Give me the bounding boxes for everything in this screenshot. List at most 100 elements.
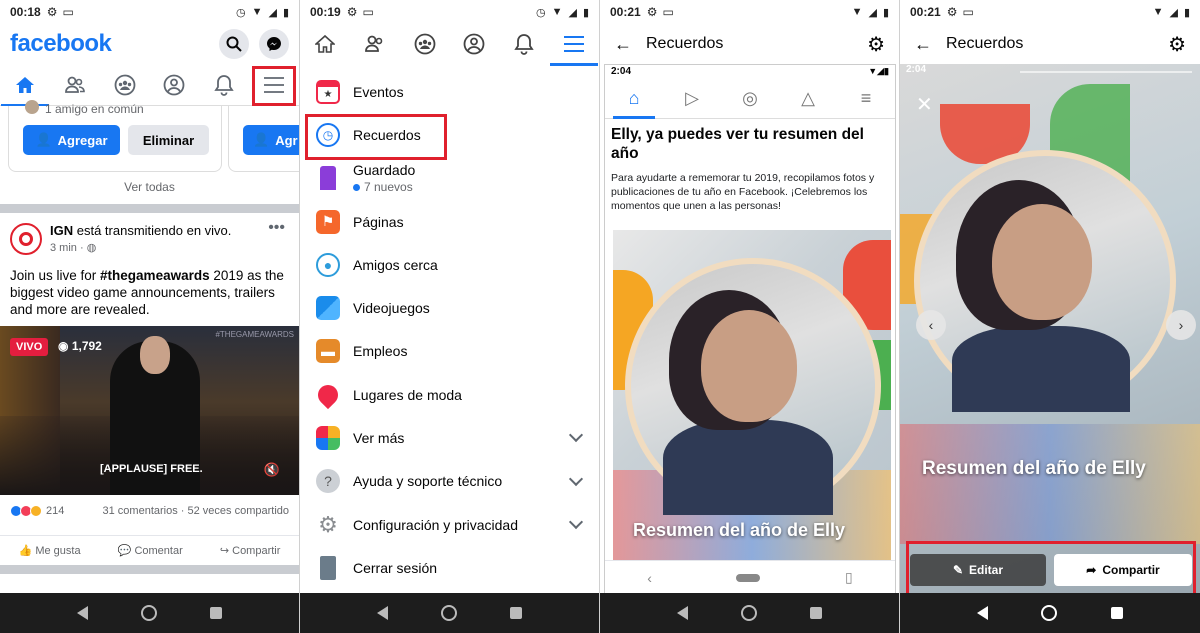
search-icon[interactable] [219,29,249,59]
bell-icon[interactable] [504,24,544,64]
video-caption: [APPLAUSE] FREE. [100,463,203,475]
recents-nav-icon[interactable] [810,607,823,619]
bell-icon[interactable]: △ [791,88,825,109]
door-icon [320,555,336,580]
profile-icon[interactable] [154,65,194,105]
reaction-summary[interactable]: 214 31 comentarios · 52 veces compartido [10,505,289,517]
like-button[interactable]: 👍 Me gusta [19,544,81,557]
recents-nav-icon[interactable] [210,607,223,619]
menu-item-configuracion[interactable]: ⚙ Configuración y privacidad [300,503,599,546]
home-icon[interactable] [0,65,49,107]
close-icon[interactable]: ✕ [916,92,933,117]
recap-description: Para ayudarte a rememorar tu 2019, recop… [611,172,875,212]
menu-icon[interactable]: ≡ [849,88,883,109]
home-nav-icon[interactable] [140,605,157,621]
menu-item-label: Empleos [353,343,408,360]
add-friend-button[interactable]: 👤 Agr [243,125,299,155]
profile-icon[interactable] [454,24,494,64]
section-divider [0,204,299,213]
add-user-icon: 👤 [253,132,270,147]
menu-item-ayuda[interactable]: ? Ayuda y soporte técnico [300,460,599,503]
home-nav-icon[interactable] [1041,605,1058,621]
recap-story-view[interactable]: 2:04 ✕ ‹ › Resumen del año de Elly ✎ Edit… [900,64,1200,595]
friends-icon[interactable] [55,65,95,105]
see-all-link[interactable]: Ver todas [0,180,299,194]
menu-item-amigos-cerca[interactable]: ● Amigos cerca [300,243,599,286]
mute-icon[interactable]: 🔇 [264,462,280,478]
post-hashtag[interactable]: #thegameawards [100,268,210,283]
comment-button[interactable]: 💬 Comentar [118,544,183,557]
menu-icon[interactable] [550,24,599,66]
menu-item-cerrar-sesion[interactable]: Cerrar sesión [300,546,599,589]
recents-nav-icon[interactable] [510,607,523,619]
post-author[interactable]: IGN [50,223,73,238]
back-nav-icon[interactable] [976,606,988,620]
panel-menu: 00:19 ⚙ ▭ ◷ ▼ ◢ ▮ ★ Eventos ◷ Recuerdos Guar… [300,0,600,633]
apps-icon [316,426,340,451]
groups-icon[interactable] [405,24,445,64]
groups-icon[interactable]: ◎ [733,88,767,109]
rotate-icon[interactable]: ▯ [845,569,853,586]
recap-title: Resumen del año de Elly [633,520,846,540]
menu-item-paginas[interactable]: ⚑ Páginas [300,200,599,243]
back-nav-icon[interactable]: ‹ [647,570,652,586]
page-title: Recuerdos [646,35,724,52]
chevron-down-icon[interactable] [568,428,584,443]
wifi-status-icon: ▼ [551,6,563,18]
menu-item-label: Ayuda y soporte técnico [353,473,503,490]
previous-arrow-icon[interactable]: ‹ [916,310,946,340]
share-label: Compartir [232,545,281,557]
back-nav-icon[interactable] [676,606,688,620]
share-button[interactable]: ↪ Compartir [220,544,281,557]
add-friend-button[interactable]: 👤 Agregar [23,125,120,155]
app-header: ← Recuerdos ⚙ [900,24,1200,64]
home-icon[interactable]: ⌂ [613,88,655,119]
groups-icon[interactable] [105,65,145,105]
menu-item-label: Videojuegos [353,300,430,317]
gear-icon[interactable]: ⚙ [1168,32,1186,57]
watch-icon[interactable]: ▷ [675,88,709,109]
status-bar: 00:21 ⚙ ▭ ▼ ◢ ▮ [900,0,1200,24]
chevron-down-icon[interactable] [568,471,584,486]
signal-status-icon: ◢ [268,6,277,19]
menu-item-videojuegos[interactable]: Videojuegos [300,286,599,329]
gear-icon[interactable]: ⚙ [867,32,885,57]
next-arrow-icon[interactable]: › [1166,310,1196,340]
nearby-icon: ● [316,252,340,277]
menu-item-label: Guardado [353,162,416,179]
more-options-icon[interactable]: ••• [268,219,285,237]
home-nav-icon[interactable] [440,605,457,621]
comment-share-count[interactable]: 31 comentarios · 52 veces compartido [103,505,289,517]
gear-icon: ⚙ [318,511,338,537]
back-nav-icon[interactable] [376,606,388,620]
menu-item-ver-mas[interactable]: Ver más [300,416,599,459]
menu-item-guardado[interactable]: Guardado 7 nuevos [300,157,599,200]
menu-item-empleos[interactable]: ▬ Empleos [300,330,599,373]
back-nav-icon[interactable] [76,606,88,620]
reaction-count: 214 [46,505,65,517]
chevron-down-icon[interactable] [568,514,584,530]
inner-nav-bar: ‹ ▯ [605,560,895,594]
friends-icon[interactable] [355,24,395,64]
menu-highlight-box [252,66,296,106]
recents-nav-icon[interactable] [1111,607,1124,619]
monitor-status-icon: ▭ [662,5,674,19]
menu-item-eventos[interactable]: ★ Eventos [300,70,599,113]
home-nav-icon[interactable] [740,605,757,621]
menu-item-lugares-de-moda[interactable]: Lugares de moda [300,373,599,416]
ign-avatar[interactable] [10,223,42,255]
back-arrow-icon[interactable]: ← [914,34,932,55]
remove-suggestion-button[interactable]: Eliminar [128,125,209,155]
year-recap-card[interactable]: Resumen del año de Elly [613,230,891,560]
bookmark-icon [320,166,336,191]
wow-reaction-icon [30,505,42,517]
messenger-icon[interactable] [259,29,289,59]
mutual-friend-avatar [25,100,39,114]
home-icon[interactable] [305,24,345,64]
bell-icon[interactable] [204,65,244,105]
live-video[interactable]: #THEGAMEAWARDS VIVO ◉ 1,792 [APPLAUSE] F… [0,326,299,495]
back-arrow-icon[interactable]: ← [614,34,632,55]
home-pill-icon[interactable] [736,573,761,582]
photo-face [992,204,1092,320]
photo-face [701,310,797,422]
